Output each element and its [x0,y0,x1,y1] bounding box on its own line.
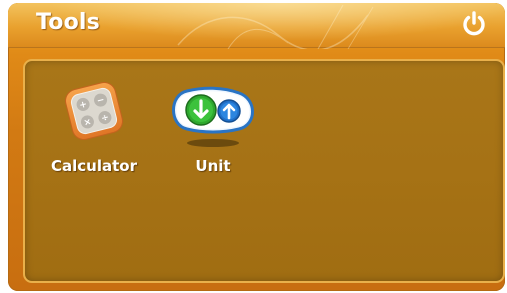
unit-label: Unit [195,157,231,175]
title-bar: Tools [8,3,505,49]
calculator-label: Calculator [51,157,137,175]
unit-tool[interactable]: Unit [163,77,263,187]
power-icon[interactable] [459,9,489,39]
page-title: Tools [36,10,100,35]
calculator-icon[interactable]: + − × ÷ [60,77,128,145]
tools-panel: + − × ÷ Calculator Unit [23,59,505,283]
decorative-swirl [177,5,374,49]
tools-window: Tools + − × ÷ Calculator Unit [8,3,505,291]
calculator-tool[interactable]: + − × ÷ Calculator [44,77,144,187]
unit-converter-icon[interactable] [165,77,261,149]
